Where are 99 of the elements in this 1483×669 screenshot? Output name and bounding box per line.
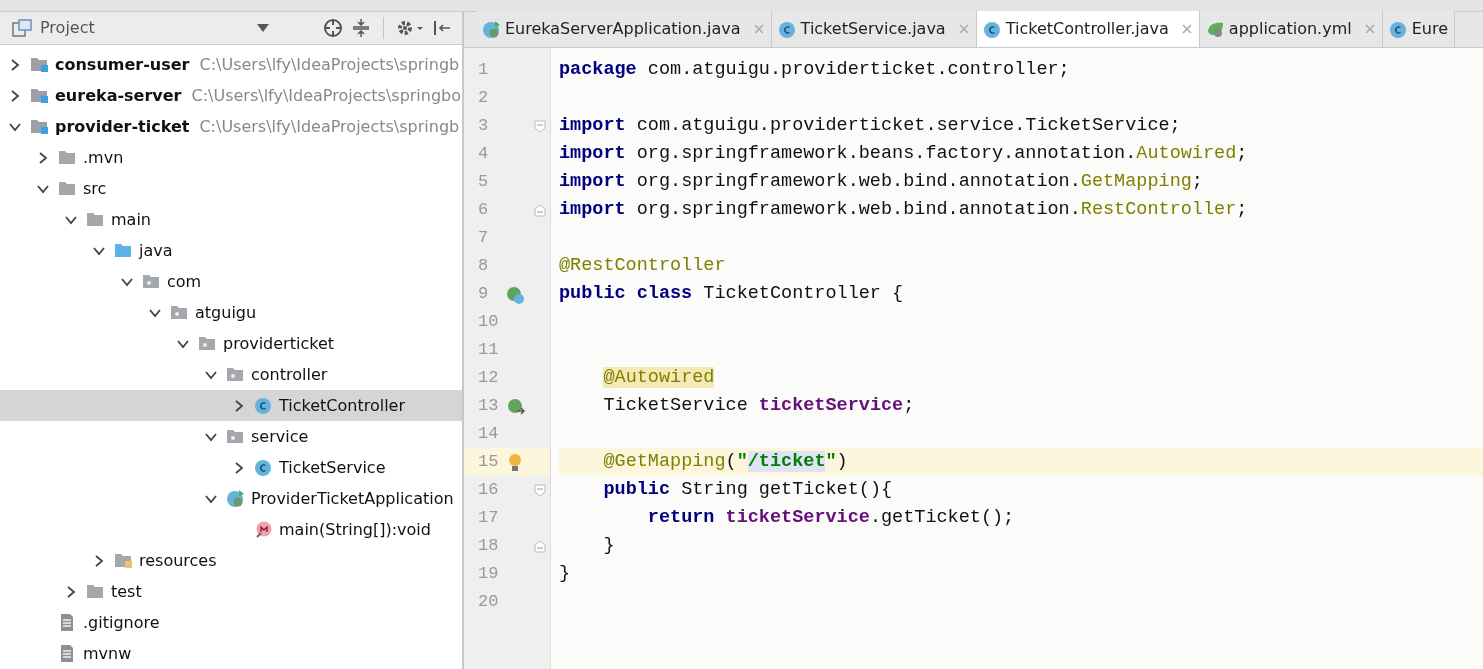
- folder-icon: [114, 241, 133, 260]
- tree-item[interactable]: mvnw: [0, 638, 462, 669]
- collapsed-chevron-icon[interactable]: [9, 89, 21, 102]
- tree-item[interactable]: consumer-user C:\Users\lfy\IdeaProjects\springb: [0, 49, 462, 80]
- package-icon: [226, 365, 245, 384]
- line-number: 5: [477, 171, 490, 194]
- editor-tab[interactable]: application.yml: [1199, 11, 1383, 47]
- folder-icon: [58, 179, 77, 198]
- editor-tab[interactable]: Eure: [1382, 11, 1456, 47]
- code-line: package com.atguigu.providerticket.controller;: [559, 58, 1070, 83]
- line-number: 14: [477, 423, 500, 446]
- collapsed-chevron-icon[interactable]: [233, 461, 245, 474]
- class-icon: [254, 458, 273, 477]
- tree-item[interactable]: main(String[]):void: [0, 514, 462, 545]
- line-number: 4: [477, 143, 490, 166]
- package-icon: [142, 272, 161, 291]
- module-folder-icon: [30, 117, 49, 136]
- project-view-icon: [12, 19, 32, 37]
- line-number: 19: [477, 563, 500, 586]
- collapsed-chevron-icon[interactable]: [37, 151, 49, 164]
- collapsed-chevron-icon[interactable]: [93, 554, 105, 567]
- tree-item[interactable]: provider-ticket C:\Users\lfy\IdeaProjects\springb: [0, 111, 462, 142]
- tree-item[interactable]: service: [0, 421, 462, 452]
- tree-item[interactable]: ProviderTicketApplication: [0, 483, 462, 514]
- editor-tab[interactable]: EurekaServerApplication.java: [476, 11, 772, 47]
- code-line: import org.springframework.web.bind.annotation.GetMapping;: [559, 170, 1203, 195]
- module-path: C:\Users\lfy\IdeaProjects\springbo: [191, 84, 462, 107]
- tree-item[interactable]: atguigu: [0, 297, 462, 328]
- class-icon: [1388, 19, 1408, 39]
- line-number: 3: [477, 115, 490, 138]
- tree-item[interactable]: resources: [0, 545, 462, 576]
- module-path: C:\Users\lfy\IdeaProjects\springb: [199, 53, 460, 76]
- package-icon: [226, 427, 245, 446]
- collapsed-chevron-icon[interactable]: [9, 58, 21, 71]
- line-number: 9: [477, 283, 490, 306]
- module-folder-icon: [30, 86, 49, 105]
- code-line: import com.atguigu.providerticket.service.TicketService;: [559, 114, 1181, 139]
- line-number: 18: [477, 535, 500, 558]
- tree-item[interactable]: test: [0, 576, 462, 607]
- line-number: 12: [477, 367, 500, 390]
- code-line: TicketService ticketService;: [602, 394, 915, 419]
- tree-item[interactable]: src: [0, 173, 462, 204]
- line-number: 20: [477, 591, 500, 614]
- tree-item[interactable]: java: [0, 235, 462, 266]
- line-number: 7: [477, 227, 490, 250]
- line-number: 10: [477, 311, 500, 334]
- module-path: C:\Users\lfy\IdeaProjects\springb: [199, 115, 460, 138]
- spring-bean-icon[interactable]: [505, 284, 525, 304]
- line-number: 8: [477, 255, 490, 278]
- tree-item[interactable]: .gitignore: [0, 607, 462, 638]
- code-line: import org.springframework.web.bind.annotation.RestController;: [559, 198, 1248, 223]
- spring-bean-icon[interactable]: [505, 396, 525, 416]
- tree-item[interactable]: .mvn: [0, 142, 462, 173]
- line-number: 6: [477, 199, 490, 222]
- settings-icon[interactable]: [396, 18, 424, 38]
- line-number: 17: [477, 507, 500, 530]
- line-number: 11: [477, 339, 500, 362]
- class-icon: [777, 19, 797, 39]
- code-line: public class TicketController {: [559, 282, 904, 307]
- resources-folder-icon: [114, 551, 133, 570]
- spring-class-icon: [482, 19, 501, 39]
- tree-item[interactable]: controller: [0, 359, 462, 390]
- code-line: }: [559, 562, 571, 587]
- hide-panel-icon[interactable]: [432, 18, 452, 38]
- editor-tab[interactable]: TicketService.java: [771, 11, 977, 47]
- spring-class-icon: [226, 489, 245, 508]
- tree-item[interactable]: main: [0, 204, 462, 235]
- line-number: 2: [477, 87, 490, 110]
- code-line: return ticketService.getTicket();: [646, 506, 1015, 531]
- package-icon: [170, 303, 189, 322]
- method-icon: [254, 520, 273, 539]
- folder-icon: [86, 582, 105, 601]
- line-number: 1: [477, 59, 490, 82]
- tree-item[interactable]: TicketController: [0, 390, 462, 421]
- editor-tab[interactable]: TicketController.java: [976, 11, 1200, 47]
- folder-icon: [86, 210, 105, 229]
- code-line: @RestController: [559, 254, 726, 279]
- tree-item[interactable]: eureka-server C:\Users\lfy\IdeaProjects\springbo: [0, 80, 462, 111]
- collapsed-chevron-icon[interactable]: [65, 585, 77, 598]
- code-line: }: [602, 534, 615, 559]
- collapse-all-icon[interactable]: [351, 18, 371, 38]
- collapsed-chevron-icon[interactable]: [233, 399, 245, 412]
- line-number: 16: [477, 479, 500, 502]
- line-number: 15: [477, 451, 500, 474]
- module-folder-icon: [30, 55, 49, 74]
- folder-icon: [58, 148, 77, 167]
- code-line: import org.springframework.beans.factory.annotation.Autowired;: [559, 142, 1248, 167]
- code-line: @GetMapping("/ticket"): [602, 450, 848, 475]
- package-icon: [198, 334, 217, 353]
- tree-item[interactable]: TicketService: [0, 452, 462, 483]
- class-icon: [254, 396, 273, 415]
- panel-title: Project: [40, 17, 95, 39]
- line-number: 13: [477, 395, 500, 418]
- dropdown-icon[interactable]: [257, 24, 269, 32]
- locate-icon[interactable]: [323, 18, 343, 38]
- tree-item[interactable]: com: [0, 266, 462, 297]
- tree-item[interactable]: providerticket: [0, 328, 462, 359]
- class-icon: [982, 19, 1002, 39]
- code-line: public String getTicket(){: [602, 478, 893, 503]
